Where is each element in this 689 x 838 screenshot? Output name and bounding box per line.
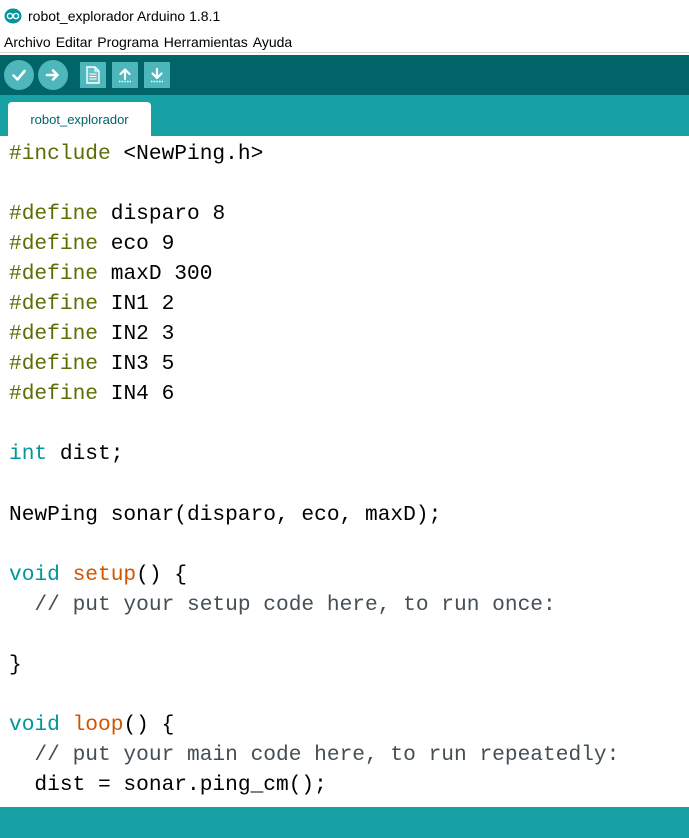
- code-text: NewPing sonar(disparo, eco, maxD);: [9, 503, 442, 527]
- menu-herramientas[interactable]: Herramientas: [164, 34, 248, 50]
- code-text: IN4 6: [98, 382, 175, 406]
- code-text: IN3 5: [98, 352, 175, 376]
- code-text: IN1 2: [98, 292, 175, 316]
- window-title: robot_explorador Arduino 1.8.1: [28, 7, 221, 24]
- code-line-15: void setup() {: [9, 560, 187, 590]
- save-icon: [151, 67, 163, 83]
- open-icon: [119, 68, 131, 83]
- code-text: () {: [123, 713, 175, 737]
- code-comment: // put your main code here, to run repea…: [9, 743, 620, 767]
- code-line-5: #define maxD 300: [9, 259, 212, 289]
- new-button[interactable]: [80, 62, 106, 88]
- preprocessor-keyword: #define: [9, 382, 99, 406]
- code-line-3: #define disparo 8: [9, 199, 225, 229]
- code-line-20: void loop() {: [9, 710, 174, 740]
- preprocessor-keyword: #define: [9, 232, 99, 256]
- menu-archivo[interactable]: Archivo: [4, 34, 51, 50]
- preprocessor-keyword: #define: [9, 352, 99, 376]
- code-text: <NewPing.h>: [110, 142, 264, 166]
- code-line-4: #define eco 9: [9, 229, 174, 259]
- code-line-13: NewPing sonar(disparo, eco, maxD);: [9, 500, 441, 530]
- tab-label: robot_explorador: [30, 111, 129, 127]
- code-text: eco 9: [98, 232, 175, 256]
- code-line-11: int dist;: [9, 439, 123, 469]
- function-name: loop: [72, 713, 124, 737]
- code-line-7: #define IN2 3: [9, 319, 174, 349]
- type-keyword: void: [9, 563, 60, 587]
- code-line-21: // put your main code here, to run repea…: [9, 740, 619, 770]
- preprocessor-keyword: #define: [9, 322, 99, 346]
- code-line-6: #define IN1 2: [9, 289, 174, 319]
- status-bar: [0, 807, 689, 838]
- code-editor[interactable]: #include <NewPing.h> #define disparo 8 #…: [0, 136, 689, 807]
- new-icon: [86, 66, 100, 84]
- preprocessor-keyword: #include: [9, 142, 111, 166]
- function-name: setup: [72, 563, 137, 587]
- code-text: () {: [136, 563, 188, 587]
- code-text: dist = sonar.ping_cm();: [9, 773, 327, 797]
- type-keyword: int: [9, 442, 48, 466]
- type-keyword: void: [9, 713, 60, 737]
- code-line-1: #include <NewPing.h>: [9, 139, 263, 169]
- menu-programa[interactable]: Programa: [97, 34, 158, 50]
- menu-bar: Archivo Editar Programa Herramientas Ayu…: [0, 31, 689, 53]
- toolbar: [0, 55, 689, 95]
- preprocessor-keyword: #define: [9, 202, 99, 226]
- open-button[interactable]: [112, 62, 138, 88]
- save-button[interactable]: [144, 62, 170, 88]
- tab-bar: robot_explorador: [0, 95, 689, 136]
- title-bar: robot_explorador Arduino 1.8.1: [0, 0, 689, 31]
- verify-icon: [12, 69, 26, 81]
- menu-ayuda[interactable]: Ayuda: [253, 34, 292, 50]
- code-line-18: }: [9, 650, 22, 680]
- code-text: IN2 3: [98, 322, 175, 346]
- verify-button[interactable]: [4, 60, 34, 90]
- code-text: }: [9, 653, 22, 677]
- preprocessor-keyword: #define: [9, 262, 99, 286]
- upload-button[interactable]: [38, 60, 68, 90]
- code-line-16: // put your setup code here, to run once…: [9, 590, 556, 620]
- code-text: dist;: [47, 442, 124, 466]
- code-line-22: dist = sonar.ping_cm();: [9, 770, 327, 800]
- code-text: maxD 300: [98, 262, 213, 286]
- code-comment: // put your setup code here, to run once…: [9, 593, 556, 617]
- code-line-9: #define IN4 6: [9, 379, 174, 409]
- upload-icon: [45, 69, 59, 81]
- code-line-8: #define IN3 5: [9, 349, 174, 379]
- code-text: disparo 8: [98, 202, 226, 226]
- tab-robot-explorador[interactable]: robot_explorador: [8, 102, 151, 136]
- arduino-logo-icon: [4, 8, 22, 23]
- menu-editar[interactable]: Editar: [56, 34, 93, 50]
- preprocessor-keyword: #define: [9, 292, 99, 316]
